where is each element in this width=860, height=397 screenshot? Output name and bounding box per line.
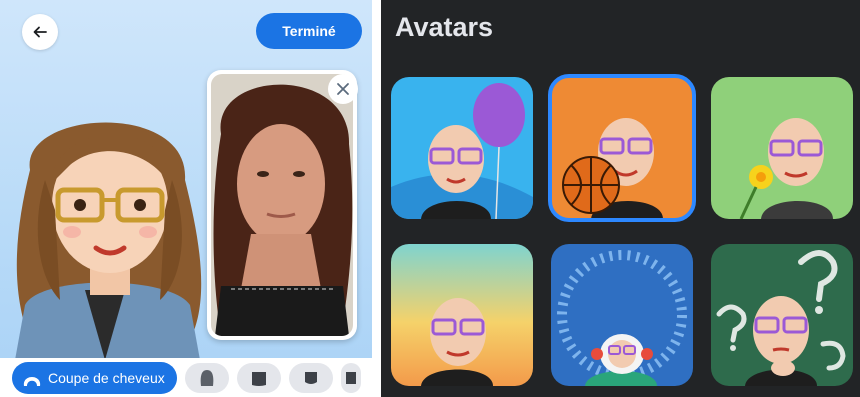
arrow-left-icon (33, 26, 47, 38)
avatar-sticker-thinking (711, 244, 853, 386)
category-bar: Coupe de cheveux (0, 358, 372, 397)
avatar-preview (15, 122, 202, 360)
reference-photo (211, 74, 353, 336)
avatars-gallery: Avatars (381, 0, 860, 397)
hair-style-icon (345, 371, 356, 384)
tab-hair-label: Coupe de cheveux (48, 369, 165, 386)
avatar-sticker-basketball (551, 77, 693, 219)
back-button[interactable] (22, 14, 58, 50)
hair-style-option[interactable] (340, 362, 361, 393)
close-icon (337, 83, 349, 95)
hair-style-icon (251, 371, 266, 386)
hair-style-option[interactable] (236, 362, 281, 393)
avatar-sticker-sunset (391, 244, 533, 386)
hair-style-icon (200, 369, 214, 386)
avatar-tile-balloon[interactable] (391, 77, 533, 219)
hair-icon (23, 376, 41, 386)
gallery-title: Avatars (395, 12, 494, 42)
hair-style-option[interactable] (288, 362, 333, 393)
avatar-tile-flower[interactable] (711, 77, 853, 219)
close-photo-button[interactable] (328, 74, 358, 104)
tab-hair[interactable]: Coupe de cheveux (12, 361, 177, 394)
done-button[interactable]: Terminé (256, 13, 362, 49)
avatar-editor: Terminé Coupe de cheveux (0, 0, 372, 397)
avatar-sticker-snow (551, 244, 693, 386)
avatar-tile-basketball[interactable] (548, 74, 696, 222)
reference-photo-card (207, 70, 357, 340)
hair-style-option[interactable] (184, 362, 229, 393)
avatar-tile-thinking[interactable] (711, 244, 853, 386)
avatar-sticker-balloon (391, 77, 533, 219)
avatar-tile-sunset[interactable] (391, 244, 533, 386)
hair-style-icon (304, 371, 317, 384)
avatar-sticker-flower (711, 77, 853, 219)
avatar-tile-snow[interactable] (551, 244, 693, 386)
